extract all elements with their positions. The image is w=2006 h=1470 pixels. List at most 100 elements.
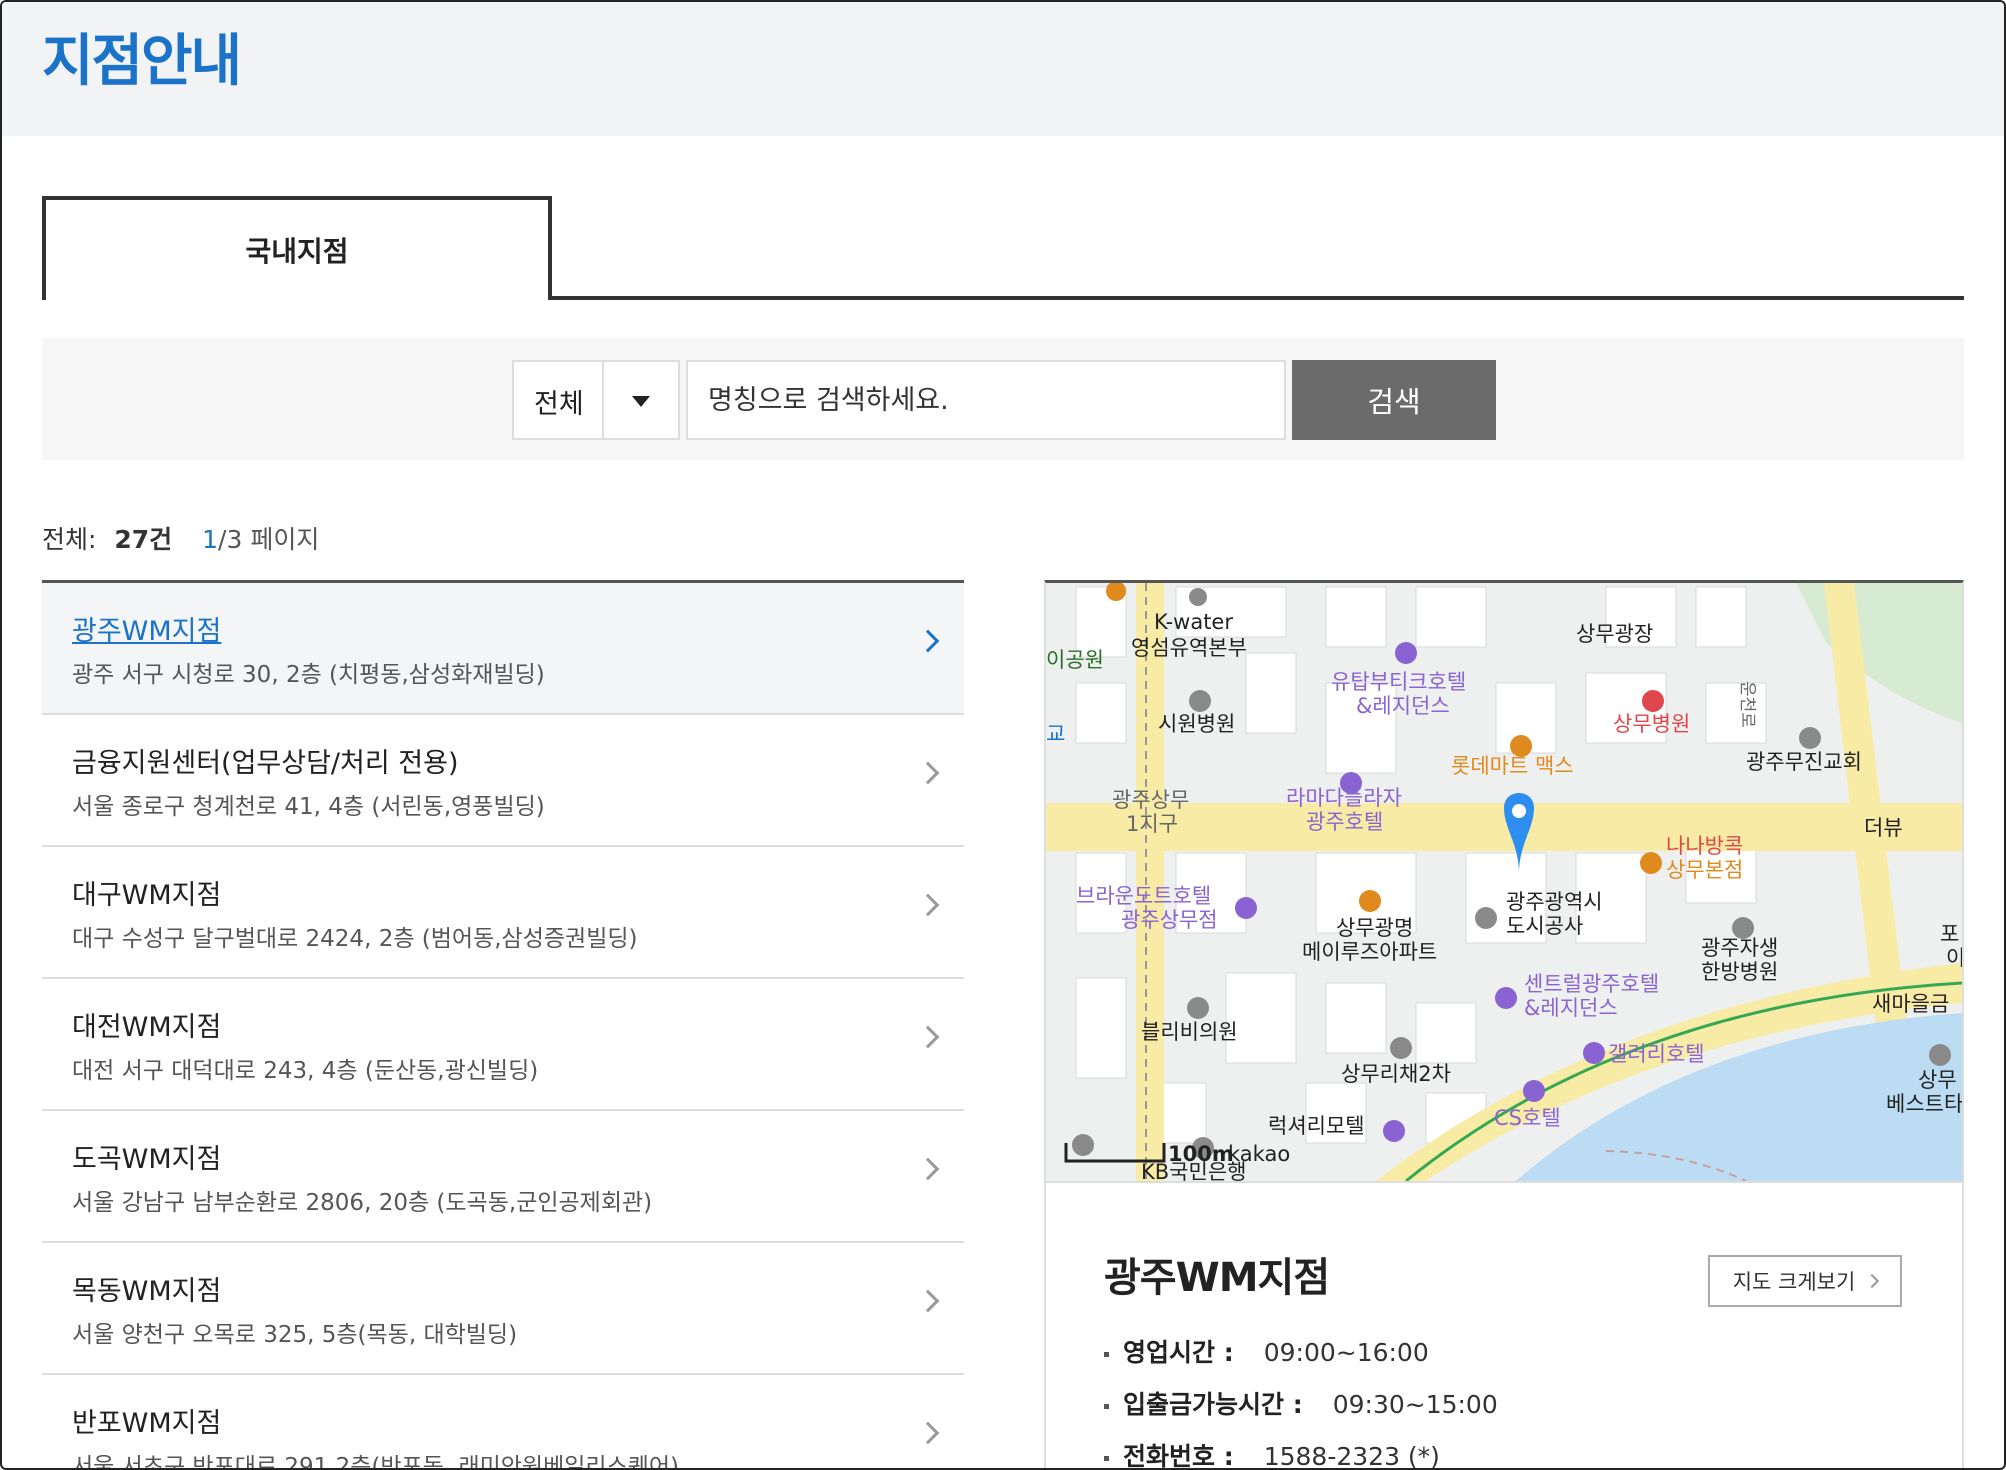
chevron-right-icon[interactable] <box>916 1289 940 1313</box>
branch-name[interactable]: 금융지원센터(업무상담/처리 전용) <box>72 741 459 780</box>
branch-name[interactable]: 대구WM지점 <box>72 873 221 912</box>
list-item[interactable]: 목동WM지점 서울 양천구 오목로 325, 5층(목동, 대학빌딩) <box>42 1243 964 1375</box>
map-label: 교 <box>1046 722 1065 746</box>
bullet-icon <box>1104 1403 1109 1409</box>
map-label: 광주상무점 <box>1121 908 1218 932</box>
list-item[interactable]: 대구WM지점 대구 수성구 달구벌대로 2424, 2층 (범어동,삼성증권빌딩… <box>42 847 964 979</box>
bullet-icon <box>1104 1351 1109 1357</box>
map-label: 포 <box>1940 922 1959 946</box>
select-divider <box>602 362 604 438</box>
business-hours-label: 영업시간 : <box>1123 1338 1234 1367</box>
map-label: 시원병원 <box>1158 712 1235 736</box>
chevron-right-icon[interactable] <box>916 893 940 917</box>
map-label: 한방병원 <box>1701 960 1778 984</box>
branch-info: 광주WM지점 지도 크게보기 영업시간 : 09:00~16:00 입출금가능시간… <box>1046 1181 1962 1470</box>
map-label: 상무병원 <box>1613 712 1690 736</box>
business-hours-value: 09:00~16:00 <box>1263 1338 1429 1367</box>
map-label: 새마을금 <box>1872 992 1949 1016</box>
map-label: 이 <box>1946 946 1962 970</box>
map-label: 상무광명 <box>1336 916 1413 940</box>
map-label: 라마다플라자 <box>1286 786 1402 810</box>
map-label: 1지구 <box>1126 812 1178 836</box>
branch-name[interactable]: 대전WM지점 <box>72 1005 221 1044</box>
cash-hours-value: 09:30~15:00 <box>1332 1390 1498 1419</box>
list-item[interactable]: 도곡WM지점 서울 강남구 남부순환로 2806, 20층 (도곡동,군인공제회… <box>42 1111 964 1243</box>
branch-address: 서울 양천구 오목로 325, 5층(목동, 대학빌딩) <box>72 1322 518 1348</box>
map-label: 광주상무 <box>1112 788 1189 812</box>
map-canvas[interactable]: K-water 영섬유역본부 상무광장 이공원 유탑부티크호텔 &레지던스 시원… <box>1046 583 1962 1181</box>
page-suffix: 페이지 <box>242 525 320 554</box>
cash-hours-row: 입출금가능시간 : 09:30~15:00 <box>1104 1385 1498 1421</box>
map-label: CS호텔 <box>1494 1106 1561 1130</box>
search-area: 전체 검색 <box>42 338 1964 460</box>
map-label: &레지던스 <box>1524 996 1618 1020</box>
map-label: 베스트타 <box>1886 1092 1962 1116</box>
tab-label: 국내지점 <box>245 235 349 268</box>
branch-name[interactable]: 반포WM지점 <box>72 1401 221 1440</box>
map-label: 유탑부티크호텔 <box>1331 670 1466 694</box>
chevron-down-icon[interactable] <box>632 396 650 407</box>
business-hours-row: 영업시간 : 09:00~16:00 <box>1104 1333 1429 1369</box>
map-label: 갤러리호텔 <box>1608 1042 1705 1066</box>
search-button[interactable]: 검색 <box>1292 360 1496 440</box>
map-label: 메이루즈아파트 <box>1302 940 1437 964</box>
map-view[interactable]: K-water 영섬유역본부 상무광장 이공원 유탑부티크호텔 &레지던스 시원… <box>1046 583 1962 1181</box>
region-select-value: 전체 <box>534 389 584 420</box>
map-label: 영섬유역본부 <box>1131 636 1247 660</box>
branch-address: 대구 수성구 달구벌대로 2424, 2층 (범어동,삼성증권빌딩) <box>72 926 638 952</box>
map-label: 도시공사 <box>1506 914 1583 938</box>
page-current: 1 <box>202 525 219 554</box>
search-input[interactable] <box>686 360 1286 440</box>
map-label: K-water <box>1154 610 1233 634</box>
branch-address: 광주 서구 시청로 30, 2층 (치평동,삼성화재빌딩) <box>72 662 545 688</box>
tab-domestic-branches[interactable]: 국내지점 <box>42 196 552 304</box>
map-panel: K-water 영섬유역본부 상무광장 이공원 유탑부티크호텔 &레지던스 시원… <box>1044 580 1964 1470</box>
list-item[interactable]: 금융지원센터(업무상담/처리 전용) 서울 종로구 청계천로 41, 4층 (서… <box>42 715 964 847</box>
chevron-right-icon[interactable] <box>916 761 940 785</box>
map-label: 광주호텔 <box>1306 810 1383 834</box>
map-label: 럭셔리모텔 <box>1268 1114 1365 1138</box>
map-label: 광주광역시 <box>1506 890 1603 914</box>
map-scale-label: 100m <box>1168 1142 1234 1166</box>
chevron-right-icon[interactable] <box>916 1025 940 1049</box>
map-label: 롯데마트 맥스 <box>1451 754 1574 778</box>
branch-name[interactable]: 목동WM지점 <box>72 1269 221 1308</box>
phone-label: 전화번호 : <box>1123 1442 1234 1470</box>
map-label: 블리비의원 <box>1141 1020 1238 1044</box>
page-frame: 지점안내 국내지점 전체 검색 전체: 27건 1/3 페이지 광주WM지점 광… <box>0 0 2006 1470</box>
page-header: 지점안내 <box>2 2 2004 136</box>
map-brand-logo: kakao <box>1228 1142 1290 1166</box>
branch-name[interactable]: 도곡WM지점 <box>72 1137 221 1176</box>
chevron-right-icon[interactable] <box>916 1157 940 1181</box>
map-enlarge-label: 지도 크게보기 <box>1732 1270 1856 1294</box>
list-item[interactable]: 반포WM지점 서울 서초구 반포대로 291 2층(반포동, 래미안원베일리스퀘… <box>42 1375 964 1470</box>
map-label: 상무리채2차 <box>1341 1062 1451 1086</box>
map-label: 브라운도트호텔 <box>1076 884 1211 908</box>
list-item[interactable]: 대전WM지점 대전 서구 대덕대로 243, 4층 (둔산동,광신빌딩) <box>42 979 964 1111</box>
region-select[interactable]: 전체 <box>512 360 680 440</box>
branch-address: 서울 서초구 반포대로 291 2층(반포동, 래미안원베일리스퀘어) <box>72 1454 680 1470</box>
chevron-right-icon[interactable] <box>916 629 940 653</box>
page-title: 지점안내 <box>42 29 242 94</box>
list-item[interactable]: 광주WM지점 광주 서구 시청로 30, 2층 (치평동,삼성화재빌딩) <box>42 583 964 715</box>
result-count: 전체: 27건 1/3 페이지 <box>42 520 319 556</box>
selected-branch-name: 광주WM지점 <box>1104 1255 1330 1301</box>
map-label: 광주자생 <box>1701 936 1778 960</box>
phone-value: 1588-2323 (*) <box>1263 1442 1440 1470</box>
branch-address: 대전 서구 대덕대로 243, 4층 (둔산동,광신빌딩) <box>72 1058 539 1084</box>
total-label: 전체: <box>42 525 97 554</box>
branch-name[interactable]: 광주WM지점 <box>72 609 221 648</box>
map-label: 센트럴광주호텔 <box>1524 972 1659 996</box>
map-label: &레지던스 <box>1356 694 1450 718</box>
map-label: 상무 <box>1918 1068 1957 1092</box>
chevron-right-icon[interactable] <box>916 1421 940 1445</box>
map-enlarge-button[interactable]: 지도 크게보기 <box>1708 1255 1902 1307</box>
page-total: /3 <box>218 525 243 554</box>
tab-bar: 국내지점 <box>42 196 1964 304</box>
map-label: 이공원 <box>1046 648 1104 672</box>
bullet-icon <box>1104 1455 1109 1461</box>
branch-list: 광주WM지점 광주 서구 시청로 30, 2층 (치평동,삼성화재빌딩) 금융지… <box>42 580 964 1470</box>
cash-hours-label: 입출금가능시간 : <box>1123 1390 1303 1419</box>
map-label: 상무본점 <box>1666 858 1743 882</box>
total-count: 27건 <box>114 525 173 554</box>
